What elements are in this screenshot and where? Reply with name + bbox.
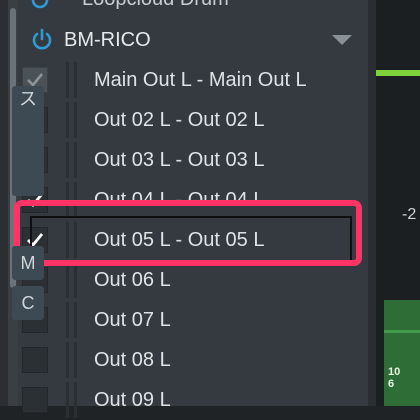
panel-divider[interactable]	[368, 0, 376, 406]
output-label: Out 07 L	[94, 309, 171, 331]
power-icon[interactable]	[30, 0, 50, 10]
output-row[interactable]: Out 09 L	[18, 380, 368, 420]
meter-scale-label: 6	[388, 378, 395, 390]
output-label: Out 02 L - Out 02 L	[94, 109, 265, 131]
output-row[interactable]: Main Out L - Main Out L	[18, 60, 368, 100]
highlight-box	[14, 200, 362, 266]
output-row[interactable]: Out 08 L	[18, 340, 368, 380]
volume-value: -2	[402, 206, 417, 223]
channel-button[interactable]: C	[12, 286, 44, 320]
chevron-down-icon[interactable]	[332, 35, 352, 45]
device-header-row[interactable]: BM-RICO	[18, 20, 368, 60]
output-row[interactable]: Out 03 L - Out 03 L	[18, 140, 368, 180]
output-label: Out 06 L	[94, 269, 171, 291]
meter-area	[384, 300, 420, 406]
output-row[interactable]: Out 07 L	[18, 300, 368, 340]
device-name: BM-RICO	[64, 29, 151, 51]
power-icon[interactable]	[30, 28, 54, 52]
output-label: Out 09 L	[94, 389, 171, 411]
output-row[interactable]: Out 06 L	[18, 260, 368, 300]
output-label: Main Out L - Main Out L	[94, 69, 307, 91]
left-edge	[0, 0, 8, 406]
meter-line	[384, 330, 420, 333]
output-row[interactable]: Out 02 L - Out 02 L	[18, 100, 368, 140]
output-label: Out 08 L	[94, 349, 171, 371]
level-indicator	[376, 70, 420, 76]
meter-scale-label: 10	[388, 366, 401, 378]
mixer-button[interactable]: ス	[12, 86, 44, 196]
output-label: Out 03 L - Out 03 L	[94, 149, 265, 171]
mute-button[interactable]: M	[12, 246, 44, 280]
device-name-loopcloud[interactable]: Loopcloud Drum	[82, 0, 229, 11]
output-checkbox[interactable]	[22, 387, 48, 413]
output-checkbox[interactable]	[22, 347, 48, 373]
